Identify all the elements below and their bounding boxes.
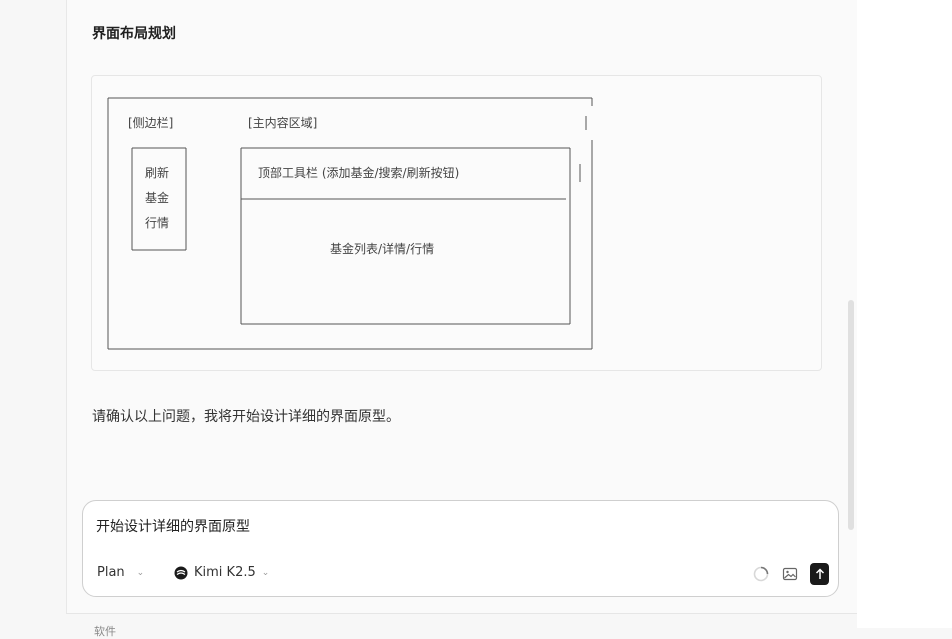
footer-text: 软件 <box>94 625 116 638</box>
message-input[interactable] <box>96 518 796 534</box>
model-label: Kimi K2.5 <box>194 565 256 580</box>
mode-dropdown[interactable]: Plan ⌄ <box>97 565 144 580</box>
message-composer: Plan ⌄ Kimi K2.5 ⌄ <box>82 500 839 597</box>
sidebar-item-funds: 基金 <box>145 190 169 205</box>
image-icon[interactable] <box>782 566 798 582</box>
scrollbar-thumb[interactable] <box>848 300 854 530</box>
send-button[interactable] <box>810 563 829 585</box>
confirm-message: 请确认以上问题，我将开始设计详细的界面原型。 <box>92 409 400 425</box>
model-dropdown[interactable]: Kimi K2.5 ⌄ <box>174 565 269 580</box>
main-section-label: [主内容区域] <box>248 115 317 130</box>
sidebar-item-refresh: 刷新 <box>145 165 169 180</box>
bottom-bar: 软件 <box>66 613 857 638</box>
loading-spinner-icon <box>753 566 769 582</box>
sidebar-section-label: [侧边栏] <box>128 115 173 130</box>
toolbar-label: 顶部工具栏 (添加基金/搜索/刷新按钮) <box>258 165 459 180</box>
mode-label: Plan <box>97 565 125 580</box>
kimi-logo-icon <box>174 566 188 579</box>
ascii-layout-diagram: [侧边栏] [主内容区域] 刷新 基金 行情 顶部工具栏 (添加基金/搜索/刷新… <box>107 97 593 350</box>
layout-diagram-block: [侧边栏] [主内容区域] 刷新 基金 行情 顶部工具栏 (添加基金/搜索/刷新… <box>91 75 822 371</box>
right-pane <box>857 0 952 628</box>
content-area-label: 基金列表/详情/行情 <box>330 241 434 256</box>
chevron-down-icon: ⌄ <box>261 567 270 578</box>
section-title: 界面布局规划 <box>92 26 176 42</box>
sidebar-item-market: 行情 <box>145 216 169 230</box>
arrow-up-icon <box>815 568 824 579</box>
chevron-down-icon: ⌄ <box>136 567 145 578</box>
